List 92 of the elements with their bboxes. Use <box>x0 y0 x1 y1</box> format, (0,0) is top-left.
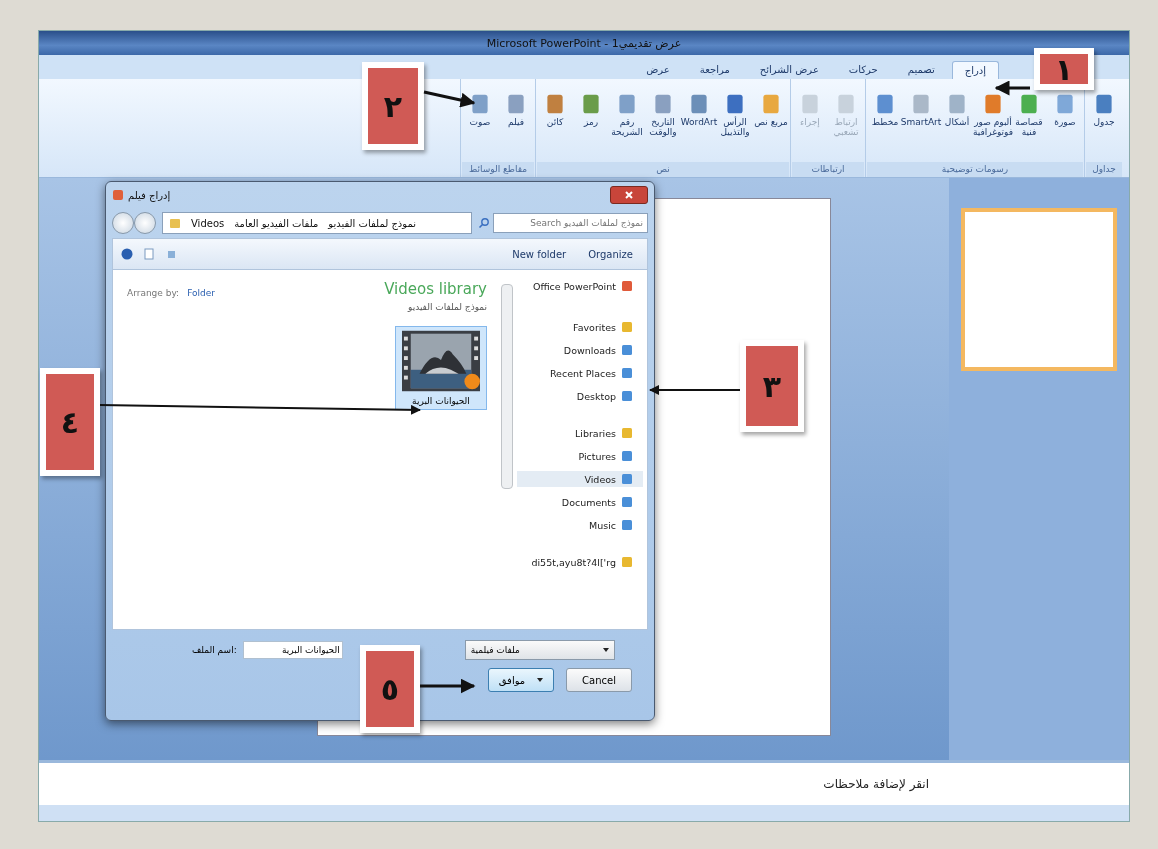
nav-item[interactable]: Office PowerPoint <box>517 278 643 294</box>
ribbon-button[interactable]: كائن <box>537 93 573 162</box>
ribbon-button[interactable]: صورة <box>1047 93 1083 162</box>
group-label: مقاطع الوسائط <box>462 162 534 177</box>
tile-icon <box>835 93 857 115</box>
views-icon[interactable] <box>165 248 177 260</box>
nav-item[interactable]: Music <box>517 517 643 533</box>
group-label: رسومات توضيحية <box>867 162 1083 177</box>
nav-item[interactable]: Libraries <box>517 425 643 441</box>
filename-field[interactable]: الحيوانات البرية <box>242 641 343 659</box>
ok-split-button[interactable]: موافق <box>488 668 554 692</box>
ribbon-button[interactable]: رمز <box>573 93 609 162</box>
nav-item[interactable]: Documents <box>517 494 643 510</box>
notes-pane[interactable]: انقر لإضافة ملاحظات <box>39 760 1129 805</box>
nav-item[interactable]: Videos <box>517 471 643 487</box>
search-icon[interactable] <box>478 217 490 229</box>
ribbon-tab[interactable]: عرض الشرائح <box>746 60 832 79</box>
nav-item[interactable]: Favorites <box>517 319 643 335</box>
ribbon-button[interactable]: الرأس والتذييل <box>717 93 753 162</box>
ribbon-button[interactable]: مربع نص <box>753 93 789 162</box>
nav-item[interactable]: Desktop <box>517 388 643 404</box>
ribbon-tab[interactable]: مراجعة <box>686 60 743 79</box>
nav-item[interactable]: di55t,ayu8t?4l['rg <box>517 554 643 570</box>
group-label: جداول <box>1086 162 1122 177</box>
ribbon-tab[interactable]: تصميم <box>894 60 948 79</box>
tile-icon <box>544 93 566 115</box>
arrange-dropdown[interactable]: Folder <box>187 288 215 298</box>
nav-item[interactable]: Recent Places <box>517 365 643 381</box>
arrow <box>423 90 476 108</box>
ribbon-button[interactable]: رقم الشريحة <box>609 93 645 162</box>
tile-icon <box>910 93 932 115</box>
library-subtitle: نموذج لملفات الفيديو <box>408 302 487 312</box>
caret-icon <box>537 678 544 682</box>
notes-placeholder: انقر لإضافة ملاحظات <box>823 777 929 791</box>
scrollbar[interactable] <box>501 284 513 489</box>
step-number: ٢ <box>362 62 424 150</box>
tile-icon <box>760 93 782 115</box>
filename-label: اسم الملف: <box>192 645 237 655</box>
tile-icon <box>616 93 638 115</box>
tile-icon <box>652 93 674 115</box>
ribbon-button[interactable]: فيلم <box>498 93 534 162</box>
slide-thumbnail[interactable] <box>961 208 1117 371</box>
ribbon-button[interactable]: جدول <box>1086 93 1122 162</box>
tile-icon <box>799 93 821 115</box>
tile-icon <box>580 93 602 115</box>
tile-icon <box>469 93 491 115</box>
tile-icon <box>1018 93 1040 115</box>
tile-icon <box>724 93 746 115</box>
group-label: ارتباطات <box>792 162 864 177</box>
tile-icon <box>946 93 968 115</box>
file-item[interactable]: الحيوانات البرية <box>395 326 487 410</box>
toolbar-button[interactable]: Organize <box>582 247 639 261</box>
ribbon-button[interactable]: ألبوم صور فوتوغرافية <box>975 93 1011 162</box>
file-type-dropdown[interactable]: ملفات فيلمية <box>464 640 615 660</box>
back-button[interactable] <box>112 212 134 234</box>
ribbon-tab[interactable]: عرض <box>633 60 683 79</box>
group-label: نص <box>537 162 789 177</box>
forward-button[interactable] <box>134 212 156 234</box>
tile-icon <box>505 93 527 115</box>
preview-pane-icon[interactable] <box>143 248 155 260</box>
search-field[interactable]: Search نموذج لملفات الفيديو <box>493 213 648 233</box>
caret-icon <box>602 648 609 652</box>
breadcrumb[interactable]: نموذج لملفات الفيديو <box>328 217 417 229</box>
app-icon <box>112 189 124 201</box>
nav-item[interactable]: Downloads <box>517 342 643 358</box>
nav-item[interactable]: Pictures <box>517 448 643 464</box>
tile-icon <box>982 93 1004 115</box>
tile-icon <box>874 93 896 115</box>
ribbon-button[interactable]: صوت <box>462 93 498 162</box>
breadcrumb[interactable]: Videos <box>191 217 225 229</box>
close-icon <box>624 190 634 200</box>
window-title: عرض تقديمي1 - Microsoft PowerPoint <box>486 36 682 50</box>
tile-icon <box>1093 93 1115 115</box>
tile-icon <box>688 93 710 115</box>
arrow <box>994 80 1030 96</box>
ribbon-tab[interactable]: إدراج <box>951 61 999 79</box>
arrow <box>420 678 476 694</box>
toolbar-button[interactable]: New folder <box>506 247 573 261</box>
ribbon-button[interactable]: WordArt <box>681 93 717 162</box>
library-title: Videos library <box>384 280 487 298</box>
dialog-title: إدراج فيلم <box>128 189 171 201</box>
help-icon[interactable] <box>121 248 133 260</box>
ribbon-button[interactable]: SmartArt <box>903 93 939 162</box>
ribbon-tab[interactable]: حركات <box>835 60 891 79</box>
close-button[interactable] <box>610 186 648 204</box>
tile-icon <box>1054 93 1076 115</box>
breadcrumb[interactable]: ملفات الفيديو العامة <box>234 217 319 229</box>
step-number: ١ <box>1034 48 1094 90</box>
cancel-button[interactable]: Cancel <box>566 668 632 692</box>
step-number: ٤ <box>40 368 100 476</box>
ribbon-button[interactable]: التاريخ والوقت <box>645 93 681 162</box>
arrange-label: Arrange by: <box>127 288 180 298</box>
